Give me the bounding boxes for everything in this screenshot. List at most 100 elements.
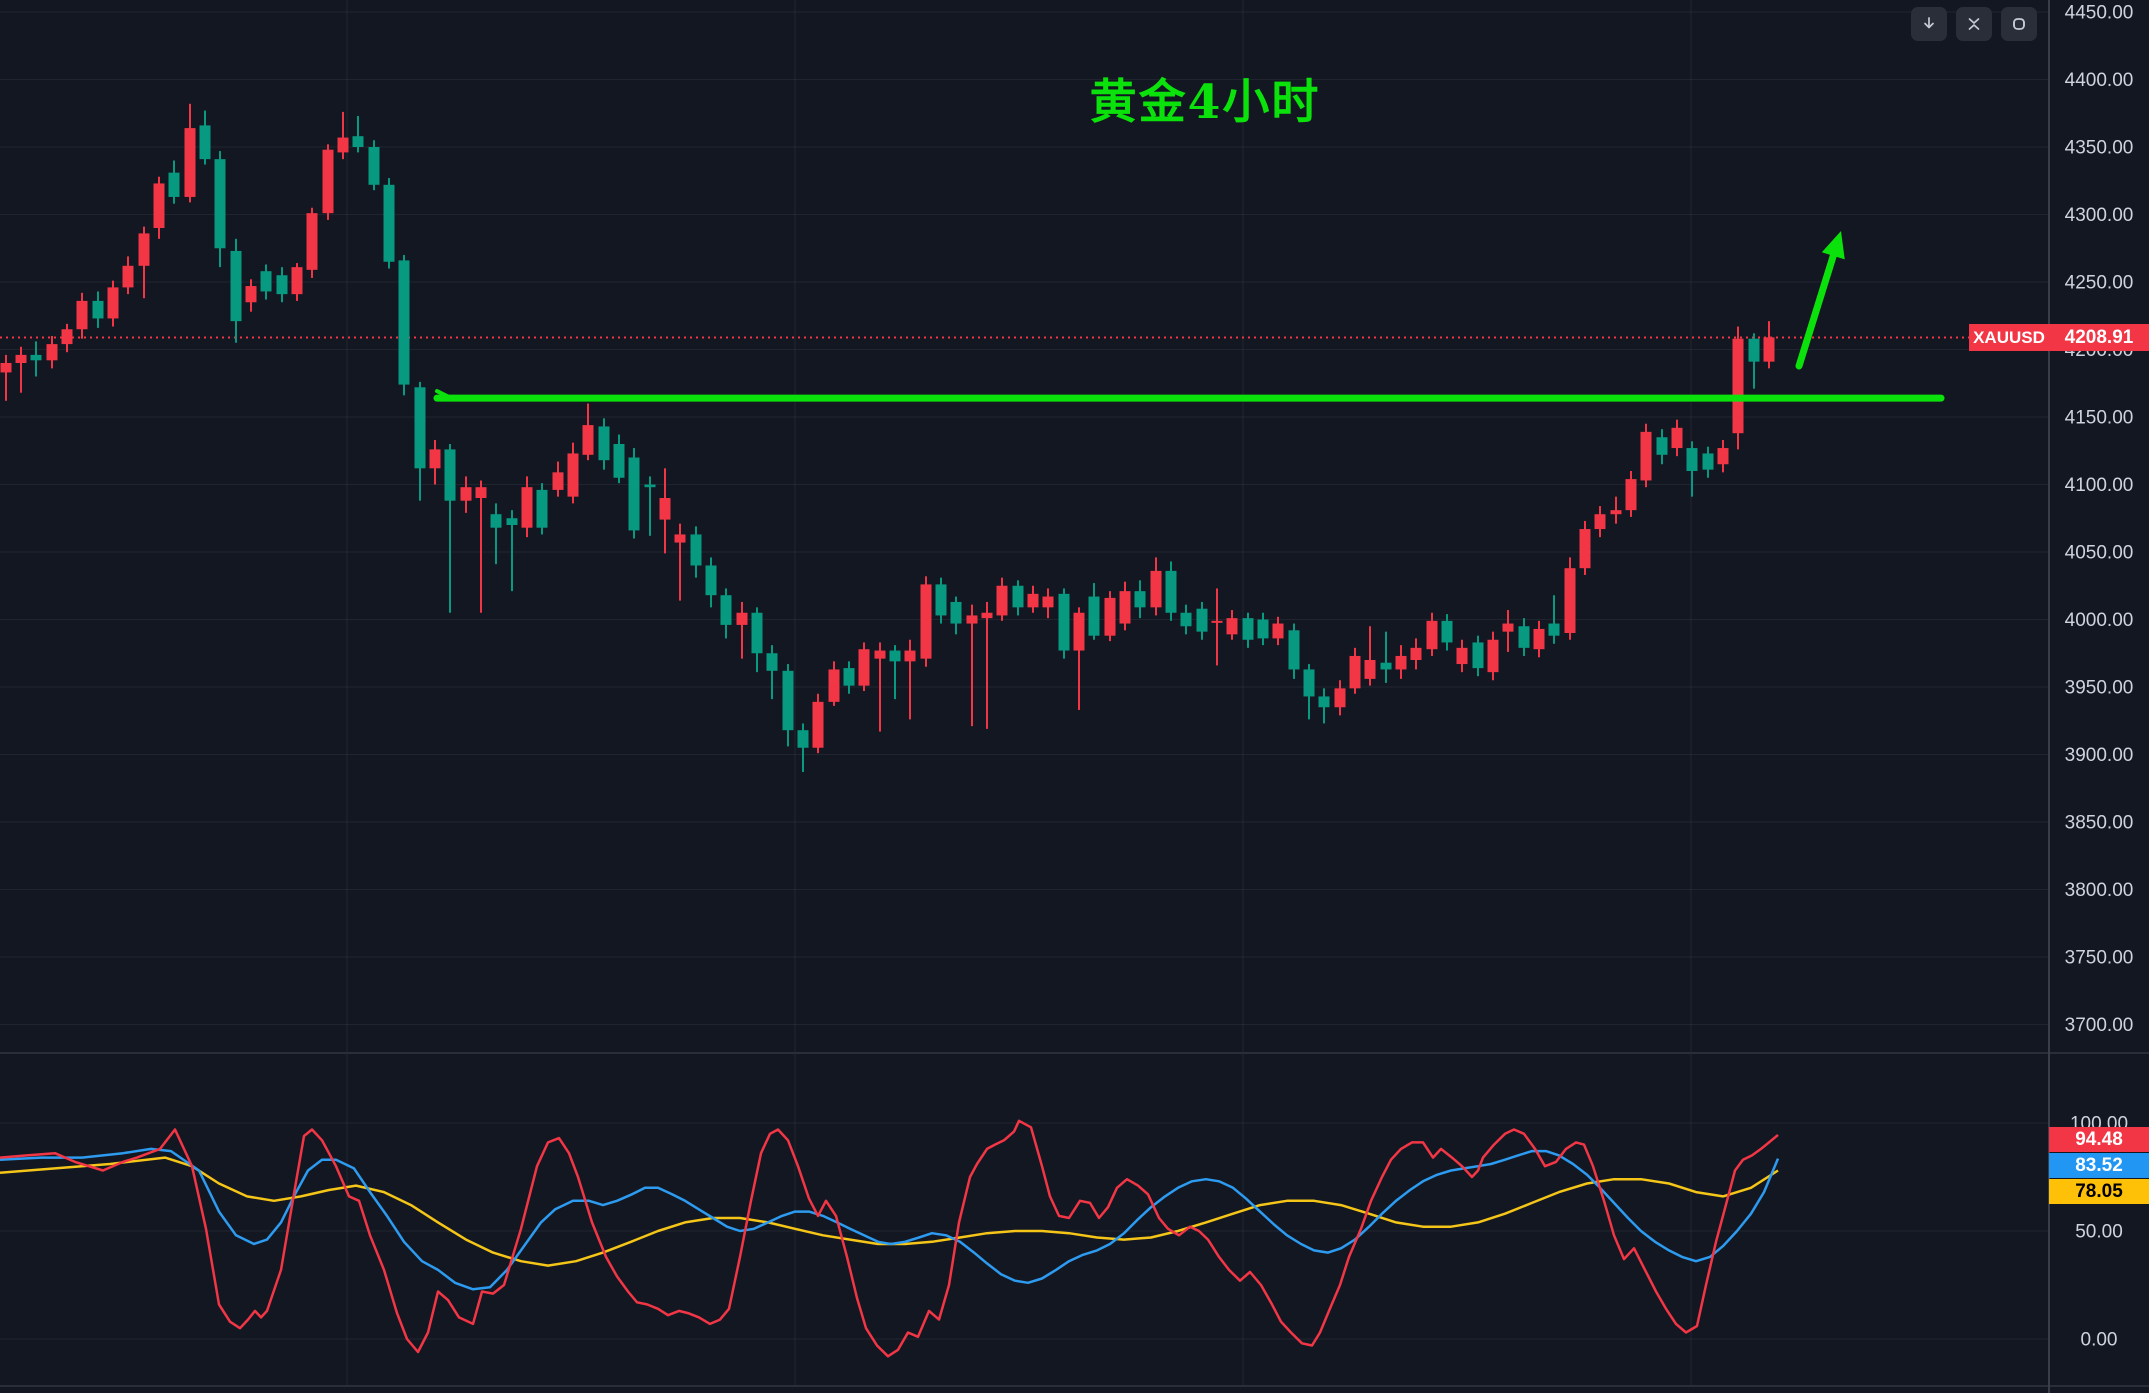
candle-body: [1258, 620, 1269, 639]
candle-body: [1457, 648, 1468, 664]
candle-body: [77, 301, 88, 329]
candle-body: [936, 584, 947, 615]
candle-body: [691, 534, 702, 565]
candle-body: [507, 518, 518, 525]
candle: [1105, 591, 1116, 641]
candle-body: [844, 668, 855, 686]
collapse-pane-button[interactable]: [1956, 7, 1992, 41]
candle-body: [614, 444, 625, 478]
candle-body: [951, 602, 962, 624]
candle-body: [1657, 437, 1668, 455]
candle-body: [307, 213, 318, 270]
candle-body: [384, 185, 395, 262]
chart-toolbar: [1911, 7, 2037, 41]
candle-body: [537, 490, 548, 528]
candle-body: [1396, 656, 1407, 670]
candle-body: [1611, 510, 1622, 514]
candle-body: [1227, 618, 1238, 634]
candle-body: [246, 286, 257, 302]
candle-body: [1764, 337, 1775, 361]
candle-body: [660, 498, 671, 520]
candle-body: [1, 363, 12, 372]
price-axis-label: 3800.00: [2065, 880, 2134, 901]
candle: [369, 140, 380, 190]
candle-body: [323, 150, 334, 213]
candle-body: [1473, 642, 1484, 668]
candle: [859, 642, 870, 691]
candle: [629, 448, 640, 538]
collapse-icon: [1965, 15, 1983, 33]
candle-body: [1580, 529, 1591, 568]
candle-body: [154, 183, 165, 228]
candle-body: [292, 267, 303, 294]
download-icon: [1920, 15, 1938, 33]
download-button[interactable]: [1911, 7, 1947, 41]
candle-body: [1028, 594, 1039, 608]
candle-body: [583, 425, 594, 455]
candle: [921, 576, 932, 666]
candle-body: [767, 653, 778, 671]
candle-body: [1181, 613, 1192, 627]
candle-body: [859, 649, 870, 685]
candle: [399, 255, 410, 395]
price-axis-label: 3950.00: [2065, 678, 2134, 699]
last-price-badge: 4208.91: [2049, 324, 2149, 351]
candle-body: [706, 566, 717, 596]
symbol-price-label: XAUUSD: [1969, 324, 2049, 351]
candle-body: [1043, 597, 1054, 608]
candle: [537, 483, 548, 534]
candle-body: [369, 147, 380, 185]
price-axis-label: 3750.00: [2065, 948, 2134, 969]
candle-body: [338, 138, 349, 153]
candle: [1580, 521, 1591, 575]
candle-body: [1411, 648, 1422, 660]
price-axis-label: 4400.00: [2065, 70, 2134, 91]
candle-body: [123, 266, 134, 288]
candle-body: [261, 271, 272, 291]
candle: [1641, 424, 1652, 487]
candle-body: [1074, 613, 1085, 651]
candle-body: [1641, 432, 1652, 481]
price-axis-label: 4250.00: [2065, 273, 2134, 294]
candle-body: [599, 426, 610, 460]
maximize-pane-button[interactable]: [2001, 7, 2037, 41]
candle-body: [721, 595, 732, 625]
candle-body: [1166, 571, 1177, 613]
main-price-pane[interactable]: [0, 0, 2049, 1053]
candle-body: [353, 136, 364, 147]
indicator-pane[interactable]: [0, 1053, 2049, 1386]
candle-body: [31, 355, 42, 360]
candle-body: [1549, 624, 1560, 636]
candle-body: [1565, 568, 1576, 633]
candle-body: [813, 702, 824, 748]
candle-body: [461, 487, 472, 501]
candle-body: [476, 487, 487, 498]
candle-body: [1089, 597, 1100, 636]
candle-body: [997, 586, 1008, 616]
candle: [1059, 588, 1070, 658]
price-axis-label: 4300.00: [2065, 205, 2134, 226]
candle-body: [1749, 339, 1760, 362]
price-axis-label: 4350.00: [2065, 138, 2134, 159]
candle-body: [47, 344, 58, 360]
candle-body: [1243, 618, 1254, 640]
candle-body: [1304, 669, 1315, 696]
candle-body: [1135, 591, 1146, 607]
candle-body: [1381, 663, 1392, 670]
candle-body: [905, 651, 916, 662]
candle-body: [491, 514, 502, 528]
candle-body: [890, 651, 901, 662]
chart-canvas[interactable]: 4450.004400.004350.004300.004250.004200.…: [0, 0, 2149, 1393]
price-axis-label: 4000.00: [2065, 610, 2134, 631]
candle-body: [108, 287, 119, 318]
price-axis-label: 3850.00: [2065, 813, 2134, 834]
candle-body: [430, 449, 441, 468]
candle-body: [1289, 630, 1300, 669]
candle: [323, 144, 334, 220]
candle-body: [169, 173, 180, 197]
candle-body: [215, 159, 226, 248]
candle-body: [1733, 339, 1744, 434]
candle-body: [783, 671, 794, 730]
indicator-value-badge-k: 83.52: [2049, 1153, 2149, 1178]
candle: [1733, 327, 1744, 450]
